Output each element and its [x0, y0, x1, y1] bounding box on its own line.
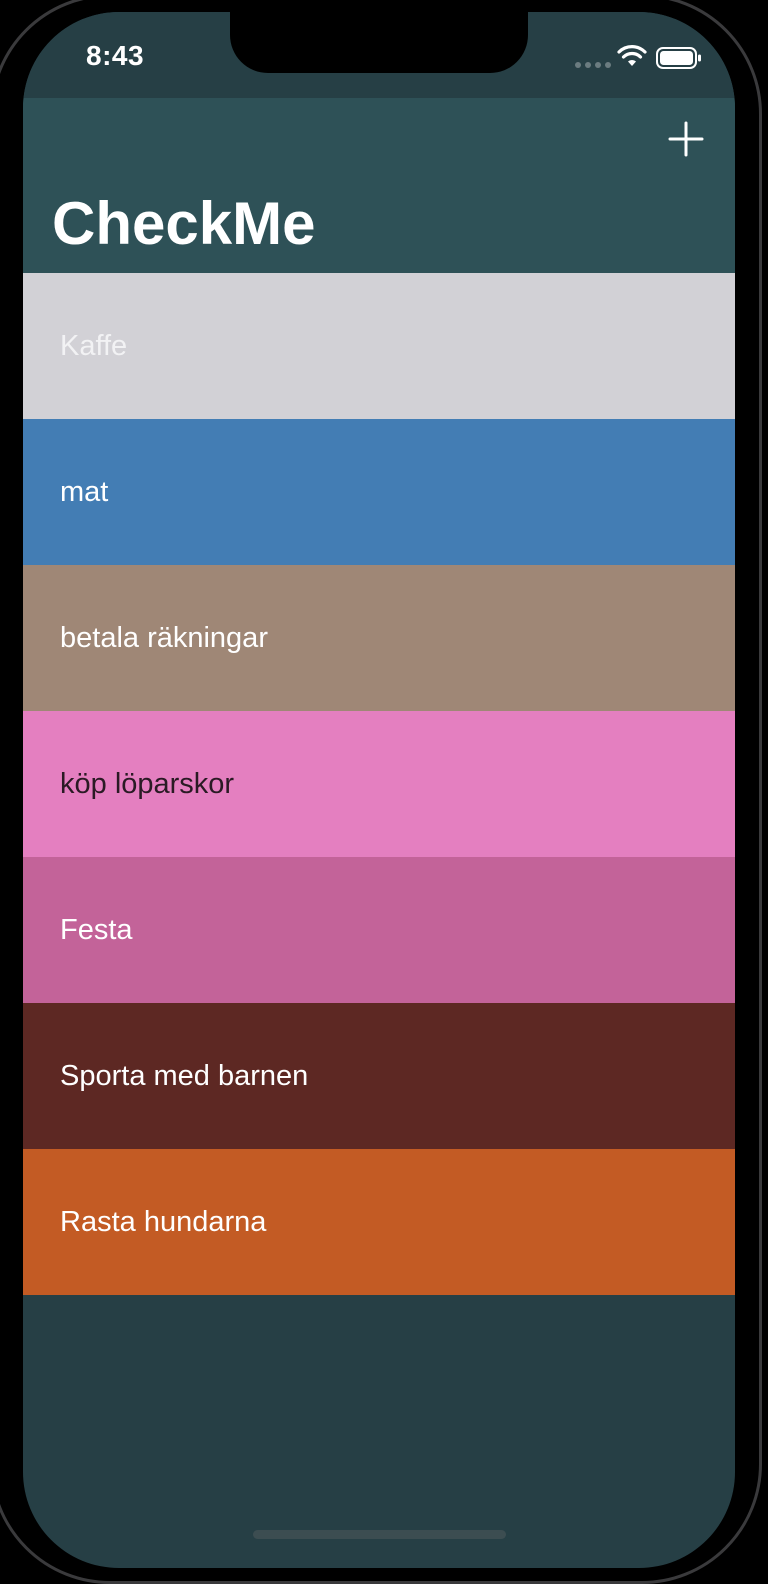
list-item[interactable]: köp löparskor	[23, 711, 735, 857]
list-item-label: Festa	[60, 913, 133, 946]
navigation-bar: CheckMe	[23, 98, 735, 273]
list-item[interactable]: mat	[23, 419, 735, 565]
list-item[interactable]: Rasta hundarna	[23, 1149, 735, 1295]
add-item-button[interactable]	[667, 120, 705, 158]
list-item-label: betala räkningar	[60, 621, 268, 654]
list-item[interactable]: betala räkningar	[23, 565, 735, 711]
list-item-label: Rasta hundarna	[60, 1205, 267, 1238]
status-time: 8:43	[86, 40, 145, 71]
home-indicator[interactable]	[253, 1530, 506, 1539]
category-list: Kaffe mat betala räkningar köp löparskor Fes…	[23, 273, 735, 1295]
list-item-label: Kaffe	[60, 329, 128, 362]
status-bar: 8:43	[23, 12, 735, 98]
cellular-signal-icon	[575, 62, 611, 68]
list-item[interactable]: Festa	[23, 857, 735, 1003]
device-frame: 8:43 CheckMe Kaffe mat betala räkningar …	[0, 0, 768, 1584]
app-screen: 8:43 CheckMe Kaffe mat betala räkningar …	[23, 12, 735, 1568]
list-item-label: mat	[60, 475, 109, 508]
list-item[interactable]: Sporta med barnen	[23, 1003, 735, 1149]
list-item-label: Sporta med barnen	[60, 1059, 309, 1092]
page-title: CheckMe	[52, 190, 316, 257]
notch	[230, 12, 528, 73]
wifi-icon	[617, 45, 647, 66]
battery-icon	[656, 47, 701, 69]
list-item[interactable]: Kaffe	[23, 273, 735, 419]
list-item-label: köp löparskor	[60, 767, 235, 800]
